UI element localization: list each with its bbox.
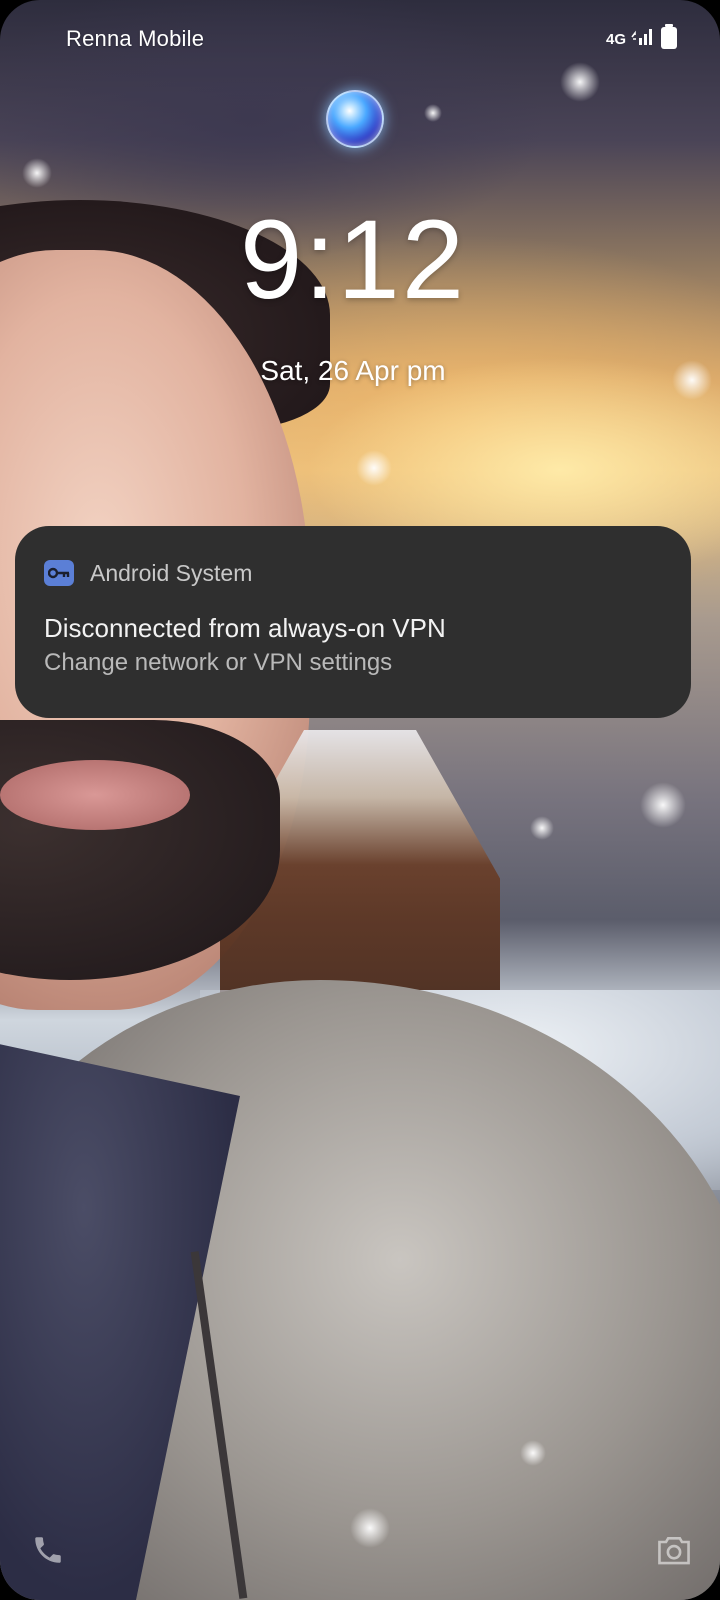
snowflake [350, 1508, 390, 1548]
snowflake [560, 62, 600, 102]
phone-shortcut[interactable] [28, 1532, 68, 1572]
status-bar: Renna Mobile 4G [66, 22, 680, 56]
camera-shortcut[interactable] [654, 1532, 694, 1572]
status-icons: 4G [606, 24, 680, 54]
snowflake [530, 816, 554, 840]
vpn-notification[interactable]: Android System Disconnected from always-… [15, 526, 691, 718]
lock-date: Sat, 26 Apr pm [260, 355, 446, 386]
carrier-name: Renna Mobile [66, 26, 205, 51]
snowflake [356, 450, 392, 486]
assistant-orb-icon[interactable] [326, 90, 384, 148]
battery-icon [658, 24, 680, 54]
phone-icon [31, 1533, 65, 1572]
signal-icon [630, 27, 654, 51]
notification-body: Change network or VPN settings [44, 649, 393, 676]
notification-title: Disconnected from always-on VPN [44, 613, 446, 643]
snowflake [640, 782, 686, 828]
wallpaper-lips [0, 760, 190, 830]
camera-icon [656, 1534, 692, 1571]
snowflake [520, 1440, 546, 1466]
snowflake [22, 158, 52, 188]
notification-header: Android System [44, 556, 663, 590]
vpn-key-icon [44, 560, 74, 586]
lock-clock: 9:12 [240, 197, 466, 322]
network-type: 4G [605, 30, 626, 48]
snowflake [424, 104, 442, 122]
notification-app-name: Android System [90, 559, 253, 586]
lock-screen: Renna Mobile 4G 9:12 Sat, 26 Apr pm Andr… [0, 0, 720, 1600]
